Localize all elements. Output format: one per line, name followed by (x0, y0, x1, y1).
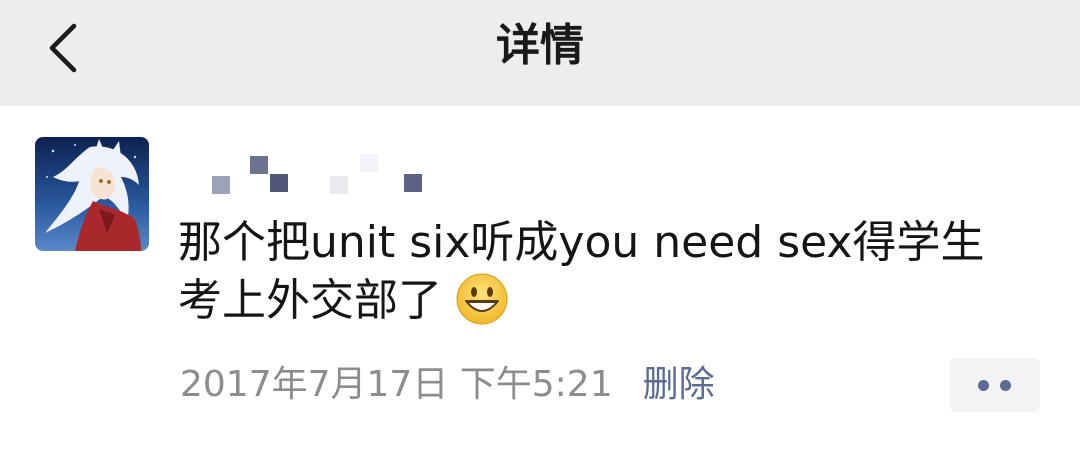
pixel-block (330, 176, 348, 194)
delete-link[interactable]: 删除 (643, 364, 715, 405)
pixel-block (212, 176, 230, 194)
dot (1000, 380, 1011, 391)
post-text-line-2: 考上外交部了 (178, 272, 1038, 330)
username-redacted[interactable] (200, 154, 440, 198)
moment-detail-page: 详情 那个把unit six听成you need sex得学生 考上外交部了 2… (0, 0, 1080, 466)
pixel-block (250, 156, 268, 174)
avatar[interactable] (35, 137, 149, 251)
back-button[interactable] (30, 12, 100, 82)
pixel-block (270, 174, 288, 192)
post-text: 那个把unit six听成you need sex得学生 考上外交部了 (178, 214, 1038, 330)
post-meta: 2017年7月17日 下午5:21 删除 (180, 360, 715, 410)
chevron-left-icon (49, 23, 77, 73)
post-text-line-1: 那个把unit six听成you need sex得学生 (178, 217, 985, 268)
more-button[interactable] (950, 358, 1040, 412)
grinning-face-emoji-icon (456, 273, 508, 325)
pixel-block (360, 154, 378, 172)
timestamp: 2017年7月17日 下午5:21 (180, 364, 613, 405)
moment-post: 那个把unit six听成you need sex得学生 考上外交部了 2017… (0, 106, 1080, 466)
navbar: 详情 (0, 0, 1080, 106)
pixel-block (404, 174, 422, 192)
dot (978, 380, 989, 391)
page-title: 详情 (496, 20, 584, 71)
post-text-line-2-text: 考上外交部了 (178, 275, 442, 326)
anime-avatar-icon (35, 137, 149, 251)
